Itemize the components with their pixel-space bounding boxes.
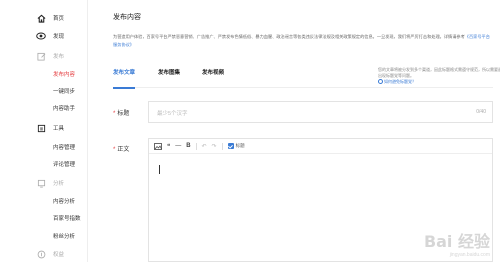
sidebar-section-publish: 发布 <box>0 48 88 64</box>
home-icon <box>36 13 46 23</box>
image-icon[interactable] <box>154 142 162 150</box>
sidebar-section-rights: 权益 <box>0 246 88 262</box>
sidebar-item-baijia-index[interactable]: 百家号指数 <box>0 210 88 226</box>
sidebar-section-label: 工具 <box>53 126 65 132</box>
notice-text: 为营造用户体验，百家号平台严禁恶意营销、广告推广、严禁发布色情低俗、暴力血腥、政… <box>113 33 491 49</box>
sidebar-item-fans-analysis[interactable]: 粉丝分析 <box>0 228 88 244</box>
sidebar-section-tools: 工具 <box>0 120 88 136</box>
tab-hint-text: 您的文章将被分发到多个渠道，因此标题格式需遵守规范，所以需要避免出现标题党等问题… <box>378 67 500 78</box>
heading-toggle[interactable]: 标题 <box>227 143 245 149</box>
required-marker: * <box>113 111 116 117</box>
bold-button[interactable]: B <box>186 143 190 149</box>
sidebar-item-label: 百家号指数 <box>53 216 81 222</box>
sidebar-item-home[interactable]: 首页 <box>0 10 88 26</box>
tools-icon <box>36 123 46 133</box>
sidebar-item-label: 评论管理 <box>53 162 76 168</box>
quote-button[interactable]: ❝ <box>167 143 170 150</box>
checkbox-checked-icon <box>227 143 234 149</box>
sidebar-item-label: 粉丝分析 <box>53 234 76 240</box>
watermark-url: jingyan.baidu.com <box>449 252 490 258</box>
sidebar-item-discover[interactable]: 发现 <box>0 28 88 44</box>
title-input[interactable] <box>149 104 449 124</box>
sidebar-item-content-analysis[interactable]: 内容分析 <box>0 193 88 209</box>
sidebar-item-label: 首页 <box>53 16 65 22</box>
sidebar-item-sync[interactable]: 一键同步 <box>0 83 88 99</box>
watermark-logo: Bai 经验 <box>423 232 490 251</box>
tab-hint: 您的文章将被分发到多个渠道，因此标题格式需遵守规范，所以需要避免出现标题党等问题… <box>378 67 500 85</box>
tab-article[interactable]: 发布文章 <box>113 68 135 76</box>
editor-toolbar: ❝ — B ↶ ↷ 标题 <box>149 139 492 154</box>
help-icon <box>378 79 383 85</box>
publish-tabs: 发布文章 发布图集 发布视频 您的文章将被分发到多个渠道，因此标题格式需遵守规范… <box>113 67 500 89</box>
sidebar-item-label: 发现 <box>53 34 65 40</box>
chart-icon <box>36 178 46 188</box>
sidebar-item-publish-content[interactable]: 发布内容 <box>0 66 88 82</box>
heading-toggle-label: 标题 <box>235 143 245 148</box>
text-cursor <box>159 165 160 174</box>
redo-button[interactable]: ↷ <box>212 143 217 150</box>
title-help-link[interactable]: 如何避免标题党？ <box>378 79 416 85</box>
toolbar-separator <box>195 142 197 150</box>
title-input-box: 0/40 <box>148 101 493 124</box>
title-label-text: 标题 <box>117 111 130 117</box>
sidebar-section-label: 权益 <box>53 252 65 258</box>
sidebar-item-label: 一键同步 <box>53 89 76 95</box>
toolbar-separator <box>221 142 223 150</box>
title-field-label: * 标题 <box>113 108 129 117</box>
edit-icon <box>36 51 46 61</box>
divider-button[interactable]: — <box>175 143 181 149</box>
sidebar-section-analytics: 分析 <box>0 175 88 191</box>
sidebar-item-content-manage[interactable]: 内容管理 <box>0 139 88 155</box>
required-marker: * <box>113 147 116 153</box>
notice-body: 为营造用户体验，百家号平台严禁恶意营销、广告推广、严禁发布色情低俗、暴力血腥、政… <box>113 34 465 39</box>
title-help-link-label: 如何避免标题党？ <box>384 79 416 84</box>
sidebar-item-label: 内容分析 <box>53 199 76 205</box>
sidebar-item-comment-manage[interactable]: 评论管理 <box>0 156 88 172</box>
sidebar-section-label: 发布 <box>53 54 65 60</box>
coin-icon <box>36 249 46 259</box>
undo-button[interactable]: ↶ <box>202 143 207 150</box>
eye-icon <box>36 31 46 41</box>
sidebar-item-label: 内容助手 <box>53 106 76 112</box>
sidebar-section-label: 分析 <box>53 181 65 187</box>
sidebar-item-label: 发布内容 <box>53 72 76 78</box>
sidebar-item-assistant[interactable]: 内容助手 <box>0 100 88 116</box>
title-char-counter: 0/40 <box>476 109 486 115</box>
sidebar-item-label: 内容管理 <box>53 145 76 151</box>
tab-video[interactable]: 发布视频 <box>202 68 224 76</box>
sidebar: 首页 发现 发布 发布内容 一键同步 内容助手 工具 内容管理 评论管理 分析 <box>0 0 88 262</box>
main-panel: 发布内容 为营造用户体验，百家号平台严禁恶意营销、广告推广、严禁发布色情低俗、暴… <box>88 0 500 262</box>
tab-gallery[interactable]: 发布图集 <box>158 68 180 76</box>
body-field-label: * 正文 <box>113 144 129 153</box>
active-tab-indicator <box>113 87 135 89</box>
watermark: Bai 经验 jingyan.baidu.com <box>424 228 490 258</box>
page-title: 发布内容 <box>113 14 141 21</box>
body-label-text: 正文 <box>117 147 130 153</box>
